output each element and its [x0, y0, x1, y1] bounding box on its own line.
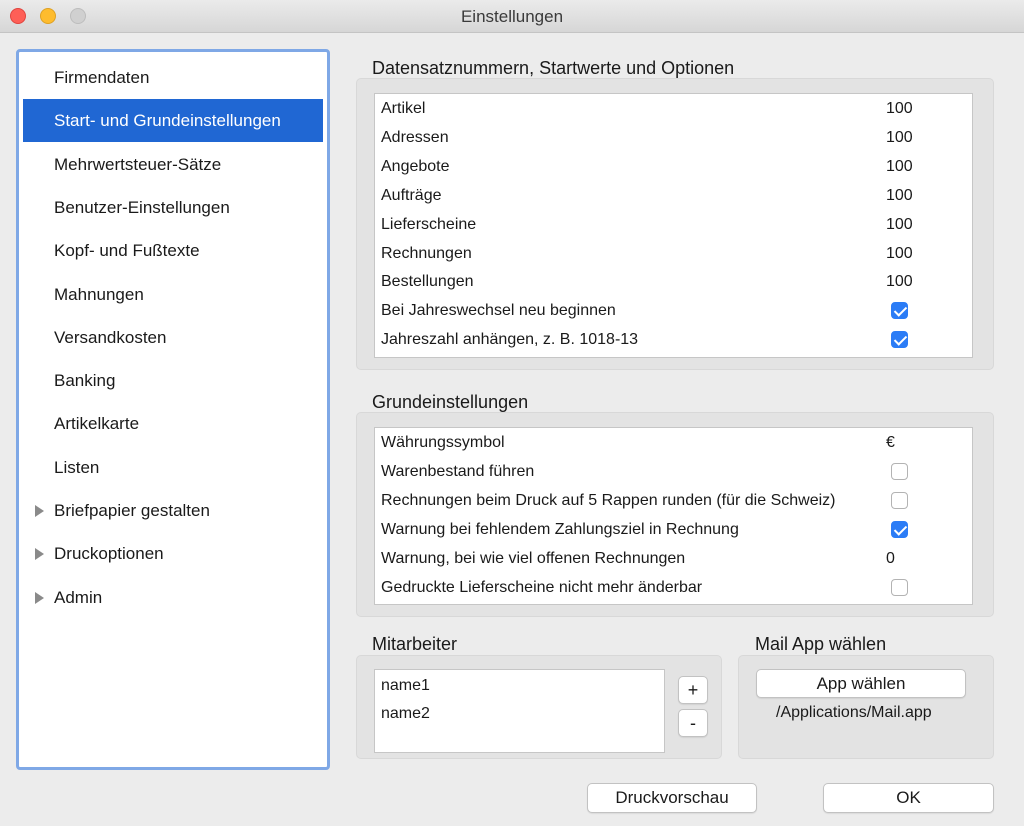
settings-row: Warnung, bei wie viel offenen Rechnungen… — [375, 545, 972, 574]
settings-row: Bei Jahreswechsel neu beginnen — [375, 297, 972, 326]
disclosure-triangle-icon[interactable] — [35, 505, 44, 517]
sidebar-item-label: Artikelkarte — [54, 414, 140, 434]
settings-row-label: Artikel — [381, 100, 426, 117]
settings-checkbox[interactable] — [891, 491, 908, 509]
settings-row-value[interactable]: 100 — [886, 187, 913, 205]
mitarbeiter-section-title: Mitarbeiter — [372, 634, 458, 654]
sidebar-item-mehrwertsteuer-sätze[interactable]: Mehrwertsteuer-Sätze — [23, 143, 323, 186]
sidebar-item-label: Kopf- und Fußtexte — [54, 241, 200, 261]
settings-checkbox[interactable] — [891, 520, 908, 538]
settings-row: Adressen 100 — [375, 124, 972, 153]
grund-section-title: Grundeinstellungen — [372, 392, 529, 412]
settings-row: Warnung bei fehlendem Zahlungsziel in Re… — [375, 516, 972, 545]
app-waehlen-button[interactable]: App wählen — [756, 669, 966, 698]
settings-row-label: Lieferscheine — [381, 215, 477, 233]
settings-row: Rechnungen 100 — [375, 240, 972, 269]
settings-row-value[interactable]: 100 — [886, 273, 913, 291]
sidebar-item-admin[interactable]: Admin — [23, 576, 323, 619]
settings-row: Gedruckte Lieferscheine nicht mehr änder… — [375, 574, 972, 603]
title-bar: Einstellungen — [0, 0, 1024, 33]
sidebar-item-label: Start- und Grundeinstellungen — [54, 111, 281, 131]
settings-row: Artikel 100 — [375, 95, 972, 124]
sidebar-item-label: Versandkosten — [54, 327, 167, 347]
sidebar-item-versandkosten[interactable]: Versandkosten — [23, 316, 323, 359]
settings-row-value[interactable]: 100 — [886, 100, 913, 118]
settings-row-label: Rechnungen — [381, 244, 472, 262]
disclosure-triangle-icon[interactable] — [35, 548, 44, 561]
settings-row-value[interactable]: 100 — [886, 216, 913, 234]
sidebar-item-label: Briefpapier gestalten — [54, 501, 210, 520]
settings-row-label: Bei Jahreswechsel neu beginnen — [381, 302, 616, 320]
settings-row-label: Angebote — [381, 157, 450, 175]
mail-group: App wählen /Applications/Mail.app — [738, 655, 994, 759]
settings-row: Angebote 100 — [375, 153, 972, 182]
sidebar-item-label: Benutzer-Einstellungen — [54, 197, 230, 217]
datensatz-table: Artikel 100 Adressen 100 Angebote 100 Aufträge… — [374, 93, 973, 358]
druckvorschau-button[interactable]: Druckvorschau — [587, 783, 757, 813]
settings-row-value[interactable]: 100 — [886, 245, 913, 263]
settings-row-value[interactable]: 100 — [886, 129, 913, 147]
sidebar-item-banking[interactable]: Banking — [23, 359, 323, 402]
remove-mitarbeiter-button[interactable]: - — [678, 709, 708, 737]
add-mitarbeiter-button[interactable]: + — [678, 676, 708, 704]
list-item[interactable]: name2 — [381, 705, 430, 723]
sidebar-item-listen[interactable]: Listen — [23, 446, 323, 489]
sidebar-item-label: Admin — [54, 587, 103, 607]
mail-app-path: /Applications/Mail.app — [776, 704, 932, 721]
settings-row: Aufträge 100 — [375, 182, 972, 211]
settings-row-label: Warnung, bei wie viel offenen Rechnungen — [381, 549, 686, 567]
settings-row-label: Bestellungen — [381, 273, 474, 291]
sidebar-item-kopf-und-fußtexte[interactable]: Kopf- und Fußtexte — [23, 229, 323, 272]
settings-row: Währungssymbol € — [375, 429, 972, 458]
settings-row-label: Jahreszahl anhängen, z. B. 1018-13 — [381, 331, 639, 349]
settings-row-label: Währungssymbol — [381, 434, 505, 451]
settings-checkbox[interactable] — [891, 578, 908, 596]
settings-row-label: Warenbestand führen — [381, 462, 535, 480]
settings-row-label: Gedruckte Lieferscheine nicht mehr änder… — [381, 578, 703, 596]
ok-button[interactable]: OK — [823, 783, 994, 813]
settings-row: Warenbestand führen — [375, 458, 972, 487]
sidebar-item-briefpapier-gestalten[interactable]: Briefpapier gestalten — [23, 489, 323, 532]
grund-group: Währungssymbol € Warenbestand führen Rechnu… — [356, 412, 994, 617]
settings-row-label: Rechnungen beim Druck auf 5 Rappen runde… — [381, 491, 836, 509]
sidebar-item-mahnungen[interactable]: Mahnungen — [23, 273, 323, 316]
datensatz-group: Artikel 100 Adressen 100 Angebote 100 Aufträge… — [356, 78, 994, 370]
sidebar-item-druckoptionen[interactable]: Druckoptionen — [23, 532, 323, 575]
settings-checkbox[interactable] — [891, 331, 908, 349]
mitarbeiter-group: name1 name2 + - — [356, 655, 722, 759]
mail-section-title: Mail App wählen — [755, 634, 887, 654]
window-title: Einstellungen — [460, 7, 564, 26]
settings-checkbox[interactable] — [891, 302, 908, 320]
sidebar-item-label: Druckoptionen — [54, 544, 164, 564]
datensatz-section-title: Datensatznummern, Startwerte und Optione… — [372, 58, 735, 78]
settings-row: Rechnungen beim Druck auf 5 Rappen runde… — [375, 487, 972, 516]
sidebar-item-start-und-grundeinstellungen[interactable]: Start- und Grundeinstellungen — [23, 99, 323, 143]
mitarbeiter-list[interactable]: name1 name2 — [374, 669, 665, 753]
sidebar-item-label: Mehrwertsteuer-Sätze — [54, 154, 222, 174]
disclosure-triangle-icon[interactable] — [35, 591, 44, 604]
sidebar: Firmendaten Start- und Grundeinstellungen… — [16, 49, 330, 770]
sidebar-item-firmendaten[interactable]: Firmendaten — [23, 56, 323, 99]
sidebar-item-benutzer-einstellungen[interactable]: Benutzer-Einstellungen — [23, 186, 323, 229]
settings-row-value[interactable]: 0 — [886, 550, 895, 568]
sidebar-item-label: Listen — [54, 457, 100, 477]
sidebar-item-label: Mahnungen — [54, 284, 144, 304]
settings-row: Bestellungen 100 — [375, 268, 972, 297]
settings-row-label: Adressen — [381, 128, 449, 146]
list-item[interactable]: name1 — [381, 677, 430, 695]
sidebar-item-label: Banking — [54, 371, 116, 391]
settings-row-label: Warnung bei fehlendem Zahlungsziel in Re… — [381, 520, 739, 538]
sidebar-item-artikelkarte[interactable]: Artikelkarte — [23, 402, 323, 445]
grund-table: Währungssymbol € Warenbestand führen Rechnu… — [374, 427, 973, 605]
sidebar-item-label: Firmendaten — [54, 68, 150, 87]
settings-checkbox[interactable] — [891, 462, 908, 480]
settings-row-value[interactable]: 100 — [886, 158, 913, 176]
settings-row-label: Aufträge — [381, 186, 442, 204]
settings-row: Jahreszahl anhängen, z. B. 1018-13 — [375, 326, 972, 355]
settings-row-value[interactable]: € — [886, 434, 895, 452]
settings-row: Lieferscheine 100 — [375, 211, 972, 240]
